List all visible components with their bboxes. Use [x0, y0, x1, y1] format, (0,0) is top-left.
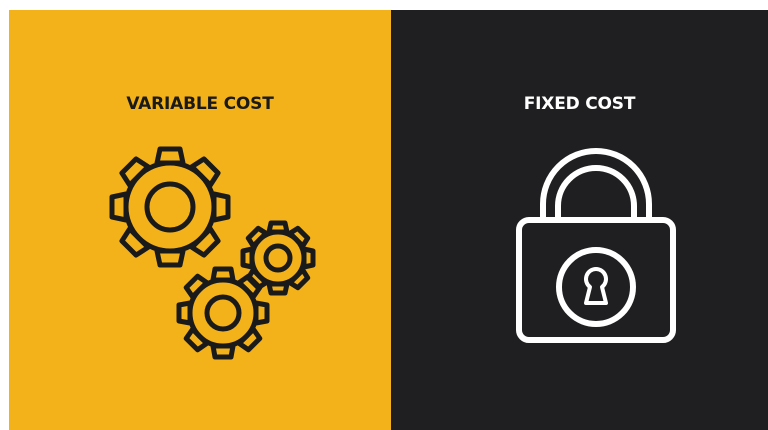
comparison-graphic: VARIABLE COST FIXED COST: [0, 0, 768, 430]
variable-cost-panel: VARIABLE COST: [9, 10, 391, 430]
fixed-cost-panel: FIXED COST: [391, 10, 768, 430]
gears-icon: [109, 146, 316, 360]
padlock-icon: [516, 148, 676, 343]
